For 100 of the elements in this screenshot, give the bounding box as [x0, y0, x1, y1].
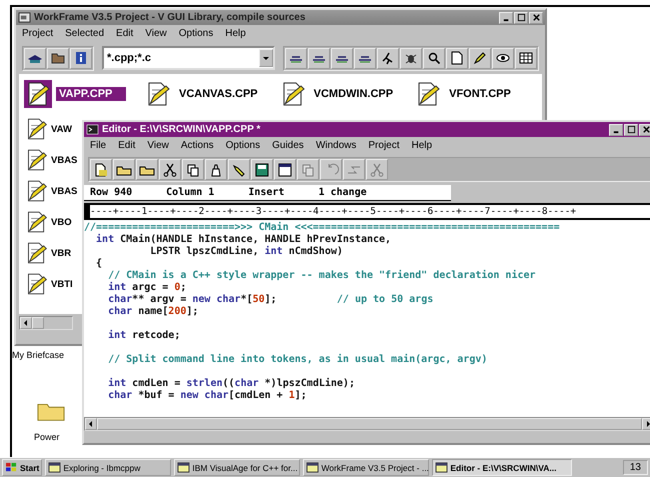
toolbar-button[interactable]: [308, 48, 330, 68]
file-name[interactable]: VBR: [50, 246, 72, 260]
grid-icon: [518, 51, 534, 65]
status-text: Insert: [248, 187, 284, 198]
eye-icon: [495, 51, 511, 65]
toolbar-button[interactable]: [251, 159, 273, 180]
window-icon: [48, 462, 62, 473]
toolbar-button[interactable]: [331, 48, 353, 68]
toolbar-button[interactable]: [90, 159, 112, 180]
horizontal-scrollbar[interactable]: [19, 316, 73, 330]
clock: 13: [622, 460, 648, 475]
code-line: int retcode;: [107, 330, 180, 342]
taskbar-button[interactable]: WorkFrame V3.5 Project - ...: [303, 459, 430, 476]
maximize-button[interactable]: [624, 124, 638, 136]
toolbar-button[interactable]: [159, 159, 181, 180]
toolbar-button[interactable]: [377, 48, 399, 68]
status-text: Column 1: [166, 187, 214, 198]
file-name[interactable]: VFONT.CPP: [446, 87, 514, 101]
file-name[interactable]: VBAS: [50, 184, 78, 198]
taskbar-button[interactable]: Editor - E:\V\SRCWIN\VA...: [432, 459, 572, 476]
desktop-icon-label[interactable]: Power: [34, 432, 60, 442]
menu-item[interactable]: Help: [225, 28, 246, 39]
toolbar-button[interactable]: [492, 48, 514, 68]
scissors-icon: [369, 162, 385, 176]
menu-item[interactable]: Windows: [316, 140, 356, 151]
filter-combo[interactable]: *.cpp;*.c: [102, 46, 275, 70]
toolbar-button[interactable]: [423, 48, 445, 68]
toolbar-button[interactable]: [354, 48, 376, 68]
file-name[interactable]: VCMDWIN.CPP: [310, 87, 396, 101]
menu-item[interactable]: View: [145, 28, 167, 39]
menu-item[interactable]: Options: [178, 28, 214, 39]
pencil-icon: [472, 51, 488, 65]
document-icon: [449, 51, 465, 65]
close-icon: [642, 125, 650, 134]
toolbar-button[interactable]: [24, 48, 46, 68]
maximize-icon: [516, 13, 526, 22]
menu-item[interactable]: Edit: [118, 140, 136, 151]
status-text: 1 change: [318, 187, 367, 198]
code-line: char name[200];: [107, 306, 198, 318]
toolbar-button[interactable]: [70, 48, 92, 68]
scissors-icon: [162, 162, 178, 176]
menu-item[interactable]: Actions: [180, 140, 214, 151]
menu-item[interactable]: Edit: [116, 28, 134, 39]
menu-item[interactable]: Project: [368, 140, 400, 151]
toolbar-button[interactable]: [136, 159, 158, 180]
toolbar-button[interactable]: [274, 159, 296, 180]
menu-item[interactable]: Help: [412, 140, 432, 151]
status-text: Row 940: [90, 187, 132, 198]
code-line: int argc = 0;: [107, 282, 186, 294]
toolbar-button[interactable]: [285, 48, 307, 68]
code-line: char *buf = new char[cmdLen + 1];: [107, 390, 307, 402]
file-name[interactable]: VBAS: [50, 154, 78, 166]
code-line: // CMain is a C++ style wrapper -- makes the "friend" declaration nicer: [107, 270, 536, 282]
code-line: char** argv = new char*[50]; // up to 50 args: [107, 294, 434, 306]
new-document-icon: [93, 162, 109, 176]
toolbar-button[interactable]: [182, 159, 204, 180]
window-title: WorkFrame V3.5 Project - V GUI Library, compile sources: [34, 12, 306, 23]
close-icon: [532, 13, 540, 22]
window-icon: [86, 124, 99, 135]
menu-item[interactable]: View: [147, 140, 169, 151]
file-name[interactable]: VBTI: [50, 278, 74, 290]
toolbar-button[interactable]: [400, 48, 422, 68]
code-line: // Split command line into tokens, as in usual main(argc, argv): [107, 354, 488, 366]
menu-item[interactable]: Project: [22, 28, 54, 39]
ruler: ----+----1----+----2----+----3----+----4----+----5----+----6----+----7----+----8----+: [84, 203, 650, 220]
code-editor[interactable]: [84, 220, 650, 417]
desktop-icon-label[interactable]: My Briefcase: [12, 350, 64, 360]
start-button[interactable]: Start: [2, 459, 42, 476]
close-button[interactable]: [639, 124, 650, 136]
document-pencil-icon[interactable]: [24, 80, 52, 108]
toolbar-button[interactable]: [469, 48, 491, 68]
window-icon: [306, 462, 320, 473]
horizontal-scrollbar[interactable]: [84, 417, 650, 431]
code-line: //=======================>>> CMain <<<=========================================: [84, 222, 560, 234]
maximize-icon: [626, 125, 636, 134]
file-name[interactable]: VAPP.CPP: [56, 87, 126, 101]
taskbar-button[interactable]: Exploring - Ibmcppw: [45, 459, 172, 476]
copy-icon: [300, 162, 316, 176]
toolbar-button[interactable]: [47, 48, 69, 68]
file-name[interactable]: VBO: [50, 216, 73, 228]
window-icon: [18, 12, 31, 23]
file-name[interactable]: VAW: [50, 122, 73, 136]
toolbar-button[interactable]: [515, 48, 537, 68]
window-title: Editor - E:\V\SRCWIN\VAPP.CPP *: [102, 124, 262, 135]
taskbar-button[interactable]: IBM VisualAge for C++ for...: [174, 459, 300, 476]
highlighter-icon: [231, 162, 247, 176]
file-name[interactable]: VCANVAS.CPP: [176, 87, 261, 101]
scrollbar-thumb[interactable]: [97, 418, 642, 430]
toolbar-button[interactable]: [228, 159, 250, 180]
menu-item[interactable]: Options: [226, 140, 260, 151]
menu-item[interactable]: Selected: [65, 28, 104, 39]
scrollbar-thumb[interactable]: [32, 317, 44, 329]
menu-item[interactable]: File: [90, 140, 106, 151]
minimize-button[interactable]: [609, 124, 623, 136]
window-icon: [277, 162, 293, 176]
windows-logo-icon: [5, 462, 18, 473]
menu-item[interactable]: Guides: [272, 140, 304, 151]
toolbar-button[interactable]: [446, 48, 468, 68]
toolbar-button[interactable]: [113, 159, 135, 180]
toolbar-button[interactable]: [205, 159, 227, 180]
